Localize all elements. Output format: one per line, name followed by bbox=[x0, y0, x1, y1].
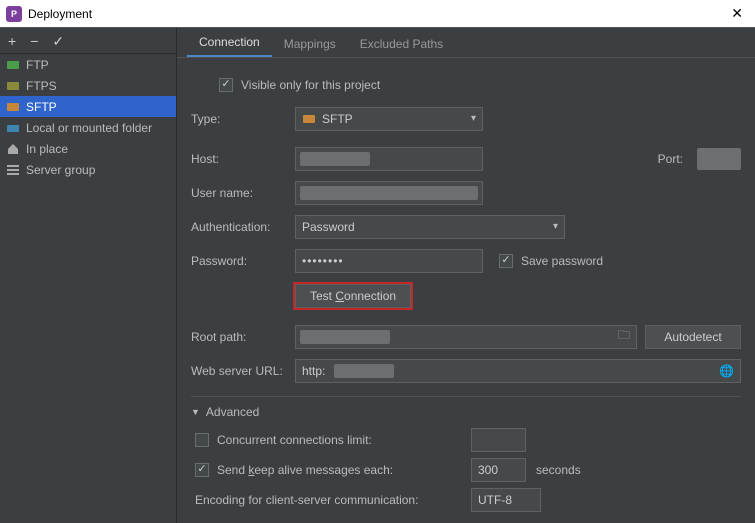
keepalive-input[interactable]: 300 bbox=[471, 458, 526, 482]
sidebar-item-ftps[interactable]: FTPS bbox=[0, 75, 176, 96]
concurrent-label: Concurrent connections limit: bbox=[217, 433, 372, 447]
add-button[interactable]: + bbox=[8, 34, 16, 48]
sidebar-item-label: FTP bbox=[26, 58, 49, 72]
checkbox-icon: ✓ bbox=[219, 78, 233, 92]
auth-label: Authentication: bbox=[191, 220, 295, 234]
home-icon bbox=[6, 142, 20, 156]
apply-button[interactable]: ✓ bbox=[52, 34, 64, 48]
checkbox-icon bbox=[195, 433, 209, 447]
server-icon bbox=[302, 113, 316, 125]
sidebar-item-ftp[interactable]: FTP bbox=[0, 54, 176, 75]
triangle-down-icon: ▼ bbox=[191, 407, 200, 417]
keepalive-unit: seconds bbox=[536, 463, 581, 477]
remove-button[interactable]: − bbox=[30, 34, 38, 48]
password-input[interactable]: •••••••• bbox=[295, 249, 483, 273]
type-select[interactable]: SFTP ▾ bbox=[295, 107, 483, 131]
tab-mappings[interactable]: Mappings bbox=[272, 31, 348, 57]
test-connection-button[interactable]: Test Connection bbox=[295, 284, 411, 308]
type-label: Type: bbox=[191, 112, 295, 126]
port-input[interactable] bbox=[697, 148, 741, 170]
port-label: Port: bbox=[658, 152, 683, 166]
sidebar-item-label: FTPS bbox=[26, 79, 57, 93]
checkbox-icon: ✓ bbox=[195, 463, 209, 477]
server-icon bbox=[6, 58, 20, 72]
type-value: SFTP bbox=[322, 112, 353, 126]
username-label: User name: bbox=[191, 186, 295, 200]
sidebar-item-label: SFTP bbox=[26, 100, 57, 114]
sidebar-item-sftp[interactable]: SFTP bbox=[0, 96, 176, 117]
auth-select[interactable]: Password ▾ bbox=[295, 215, 565, 239]
sidebar-item-label: In place bbox=[26, 142, 68, 156]
sidebar-item-inplace[interactable]: In place bbox=[0, 138, 176, 159]
window-title: Deployment bbox=[28, 7, 725, 21]
encoding-input[interactable]: UTF-8 bbox=[471, 488, 541, 512]
advanced-label: Advanced bbox=[206, 405, 259, 419]
sidebar: + − ✓ FTP FTPS SFTP Local or mounted fol… bbox=[0, 28, 177, 523]
sidebar-item-label: Local or mounted folder bbox=[26, 121, 152, 135]
weburl-label: Web server URL: bbox=[191, 364, 295, 378]
concurrent-input[interactable] bbox=[471, 428, 526, 452]
save-password-label: Save password bbox=[521, 254, 603, 268]
sidebar-item-group[interactable]: Server group bbox=[0, 159, 176, 180]
list-icon bbox=[6, 163, 20, 177]
autodetect-button[interactable]: Autodetect bbox=[645, 325, 741, 349]
rootpath-label: Root path: bbox=[191, 330, 295, 344]
server-icon bbox=[6, 79, 20, 93]
auth-value: Password bbox=[302, 220, 355, 234]
chevron-down-icon: ▾ bbox=[553, 221, 558, 232]
advanced-toggle[interactable]: ▼ Advanced bbox=[191, 405, 741, 419]
concurrent-checkbox[interactable]: Concurrent connections limit: bbox=[195, 433, 461, 447]
password-label: Password: bbox=[191, 254, 295, 268]
keepalive-checkbox[interactable]: ✓ Send keep alive messages each: bbox=[195, 463, 461, 477]
sidebar-item-local[interactable]: Local or mounted folder bbox=[0, 117, 176, 138]
server-icon bbox=[6, 100, 20, 114]
tab-excluded[interactable]: Excluded Paths bbox=[348, 31, 455, 57]
checkbox-icon: ✓ bbox=[499, 254, 513, 268]
globe-icon[interactable]: 🌐 bbox=[719, 364, 734, 378]
folder-icon bbox=[6, 121, 20, 135]
sidebar-item-label: Server group bbox=[26, 163, 95, 177]
tab-connection[interactable]: Connection bbox=[187, 29, 272, 57]
weburl-prefix: http: bbox=[302, 364, 325, 378]
visible-only-label: Visible only for this project bbox=[241, 78, 380, 92]
save-password-checkbox[interactable]: ✓ Save password bbox=[499, 254, 603, 268]
folder-icon[interactable]: 🗀 bbox=[618, 326, 630, 347]
close-icon[interactable]: ✕ bbox=[725, 5, 749, 22]
weburl-input[interactable]: http: 🌐 bbox=[295, 359, 741, 383]
host-label: Host: bbox=[191, 152, 295, 166]
host-input[interactable] bbox=[295, 147, 483, 171]
username-input[interactable] bbox=[295, 181, 483, 205]
encoding-label: Encoding for client-server communication… bbox=[195, 493, 461, 507]
visible-only-checkbox[interactable]: ✓ Visible only for this project bbox=[219, 78, 380, 92]
app-icon: P bbox=[6, 6, 22, 22]
rootpath-input[interactable]: 🗀 bbox=[295, 325, 637, 349]
chevron-down-icon: ▾ bbox=[471, 113, 476, 124]
